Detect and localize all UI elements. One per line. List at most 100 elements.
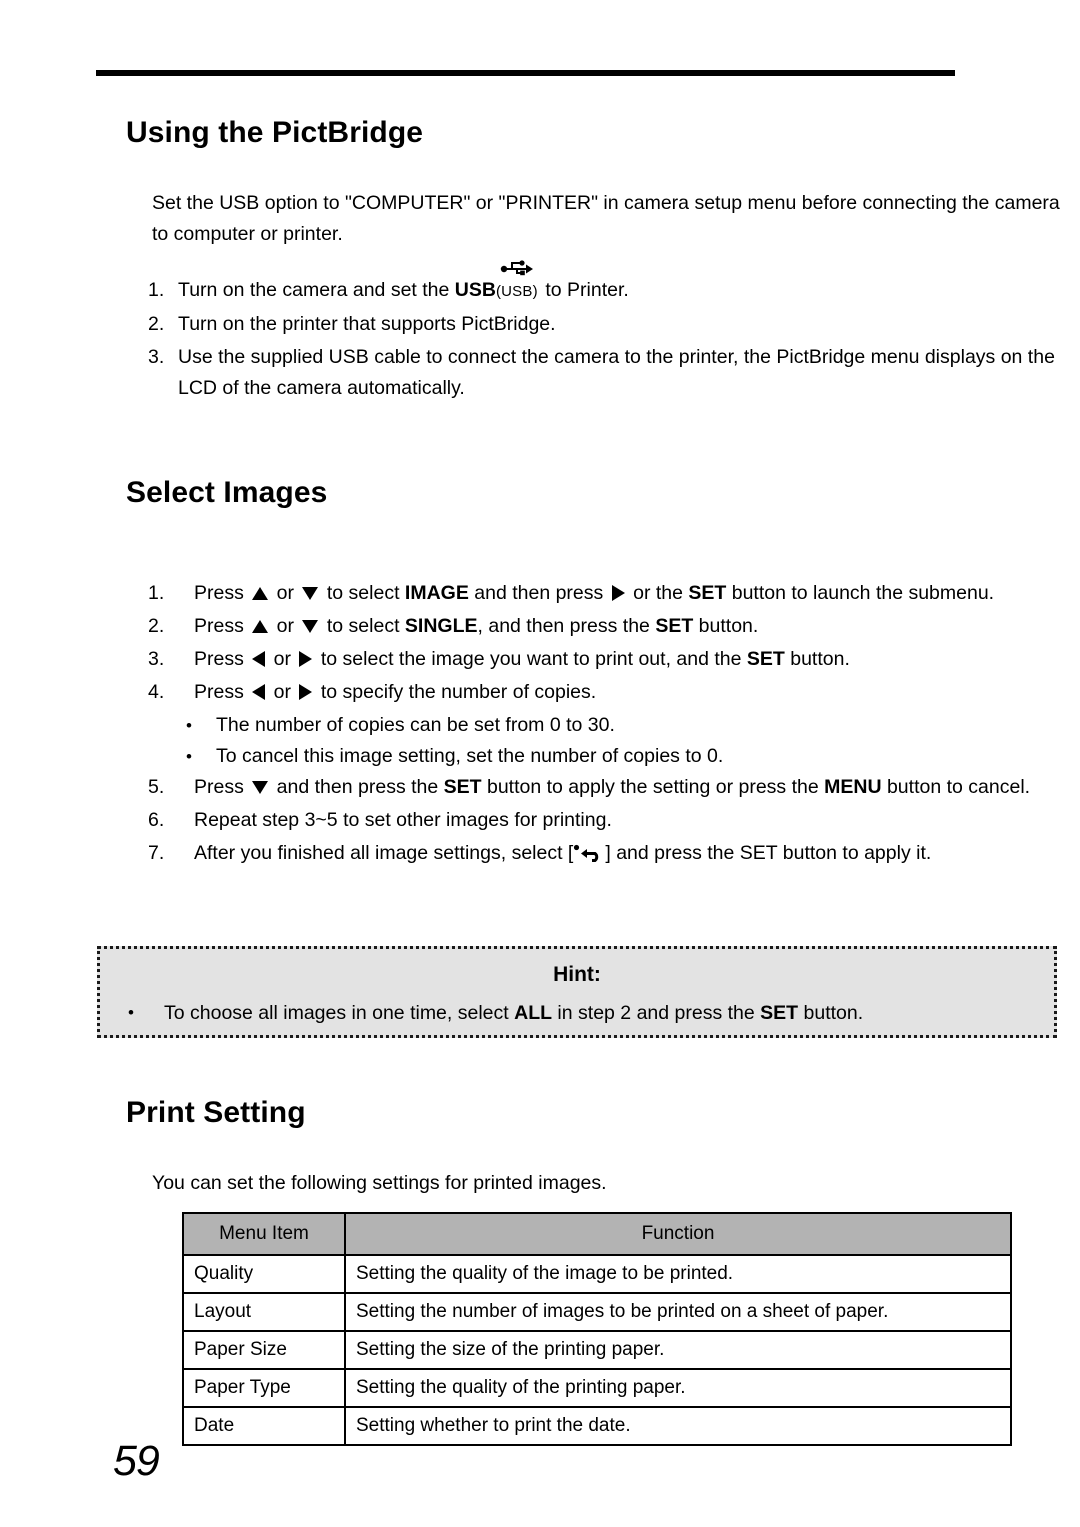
table-header-menu-item: Menu Item [182, 1212, 346, 1256]
text-fragment: After you finished all image settings, s… [194, 842, 574, 864]
list-item-number: 4. [148, 681, 165, 703]
list-item: 5. Press and then press the SET button t… [148, 772, 1068, 803]
page-number: 59 [113, 1437, 160, 1485]
print-setting-intro-paragraph: You can set the following settings for p… [152, 1172, 607, 1194]
table-cell-function: Setting the quality of the printing pape… [344, 1368, 1012, 1408]
text-fragment: button to cancel. [881, 776, 1031, 798]
section-heading-select-images: Select Images [126, 476, 328, 509]
list-item: • To cancel this image setting, set the … [186, 741, 1068, 772]
set-keyword: SET [746, 648, 785, 670]
single-keyword: SINGLE [404, 615, 478, 637]
table-cell-menu-item: Paper Type [182, 1368, 346, 1408]
select-images-step-list: 1. Press or to select IMAGE and then pre… [148, 578, 1068, 871]
list-item-number: 5. [148, 776, 165, 798]
arrow-up-icon [252, 620, 269, 633]
set-keyword: SET [655, 615, 694, 637]
text-fragment: to select [321, 615, 405, 637]
text-fragment: button. [693, 615, 759, 637]
table-header-row: Menu Item Function [182, 1212, 1012, 1256]
pictbridge-step-list: 1. Turn on the camera and set the USB (U… [148, 260, 1064, 406]
all-keyword: ALL [514, 1002, 553, 1024]
set-keyword: SET [443, 776, 482, 798]
section-heading-print-setting: Print Setting [126, 1096, 306, 1129]
arrow-right-icon [611, 585, 625, 601]
text-fragment: Press [194, 776, 250, 798]
hint-callout-box: Hint: • To choose all images in one time… [97, 946, 1057, 1038]
text-fragment: Press [194, 648, 250, 670]
list-item-text: Repeat step 3~5 to set other images for … [194, 809, 612, 831]
arrow-left-icon [252, 651, 266, 667]
text-fragment: button to launch the submenu. [726, 582, 995, 604]
list-item-text: After you finished all image settings, s… [194, 838, 1068, 869]
usb-icon-wrapper: (USB) [495, 260, 540, 307]
text-fragment: or [271, 615, 300, 637]
text-fragment: , and then press the [477, 615, 656, 637]
usb-icon-label: (USB) [495, 283, 538, 300]
pictbridge-intro-paragraph: Set the USB option to "COMPUTER" or "PRI… [152, 192, 1060, 245]
list-item: 3. Press or to select the image you want… [148, 644, 1068, 675]
list-item-text: Press or to select SINGLE, and then pres… [194, 611, 1068, 642]
arrow-up-icon [252, 587, 269, 600]
list-item-number: 1. [148, 279, 165, 301]
list-item: 3. Use the supplied USB cable to connect… [148, 342, 1064, 404]
list-item-text: Press or to select the image you want to… [194, 644, 1068, 675]
table-row: Quality Setting the quality of the image… [182, 1254, 1012, 1294]
table-cell-menu-item: Layout [182, 1292, 346, 1332]
document-page: Using the PictBridge Set the USB option … [0, 0, 1080, 1527]
table-row: Paper Type Setting the quality of the pr… [182, 1368, 1012, 1408]
arrow-right-icon [299, 651, 313, 667]
text-fragment: and then press the [271, 776, 444, 798]
print-setting-table: Menu Item Function Quality Setting the q… [182, 1212, 1012, 1446]
bullet-icon: • [186, 716, 192, 735]
table-cell-function: Setting whether to print the date. [344, 1406, 1012, 1446]
list-item-number: 6. [148, 809, 165, 831]
section-heading-using-the-pictbridge: Using the PictBridge [126, 116, 424, 149]
step4-sub-bullets: • The number of copies can be set from 0… [148, 710, 1068, 772]
bullet-icon: • [128, 1003, 134, 1022]
text-fragment: or [271, 582, 300, 604]
text-fragment: Press [194, 615, 250, 637]
table-row: Layout Setting the number of images to b… [182, 1292, 1012, 1332]
table-row: Paper Size Setting the size of the print… [182, 1330, 1012, 1370]
list-item: 1. Press or to select IMAGE and then pre… [148, 578, 1068, 609]
bullet-icon: • [186, 747, 192, 766]
text-fragment: ] and press the SET button to apply it. [605, 842, 932, 864]
image-keyword: IMAGE [404, 582, 469, 604]
list-item: 6. Repeat step 3~5 to set other images f… [148, 805, 1068, 836]
arrow-left-icon [252, 684, 266, 700]
table-cell-function: Setting the size of the printing paper. [344, 1330, 1012, 1370]
text-fragment: To choose all images in one time, select [164, 1002, 515, 1024]
text-fragment: to select the image you want to print ou… [315, 648, 747, 670]
hint-title: Hint: [553, 963, 601, 986]
list-item-number: 3. [148, 648, 165, 670]
arrow-down-icon [302, 620, 319, 633]
hint-body: • To choose all images in one time, sele… [128, 999, 1040, 1027]
list-item: 4. Press or to specify the number of cop… [148, 677, 1068, 708]
list-item-number: 2. [148, 615, 165, 637]
table-cell-menu-item: Paper Size [182, 1330, 346, 1370]
list-item-text: Press and then press the SET button to a… [194, 772, 1068, 803]
table-row: Date Setting whether to print the date. [182, 1406, 1012, 1446]
list-item: 2. Press or to select SINGLE, and then p… [148, 611, 1068, 642]
text-fragment: button to apply the setting or press the [481, 776, 825, 798]
arrow-down-icon [252, 781, 269, 794]
table-cell-function: Setting the quality of the image to be p… [344, 1254, 1012, 1294]
list-item-number: 2. [148, 313, 165, 335]
list-item-text: Press or to specify the number of copies… [194, 677, 1068, 708]
table-cell-function: Setting the number of images to be print… [344, 1292, 1012, 1332]
list-item-text: To cancel this image setting, set the nu… [216, 745, 724, 767]
step1-post-text: to Printer. [539, 279, 629, 301]
menu-keyword: MENU [824, 776, 882, 798]
table-header-function: Function [344, 1212, 1012, 1256]
list-item: 2. Turn on the printer that supports Pic… [148, 309, 1064, 340]
step1-pre-text: Turn on the camera and set the [178, 279, 455, 301]
list-item-text: Press or to select IMAGE and then press … [194, 578, 1068, 609]
text-fragment: to select [321, 582, 405, 604]
set-keyword: SET [760, 1002, 799, 1024]
text-fragment: to specify the number of copies. [315, 681, 597, 703]
text-fragment: in step 2 and press the [552, 1002, 761, 1024]
usb-icon [500, 255, 534, 276]
text-fragment: and then press [468, 582, 609, 604]
table-cell-menu-item: Date [182, 1406, 346, 1446]
list-item-text: Use the supplied USB cable to connect th… [178, 346, 1055, 399]
